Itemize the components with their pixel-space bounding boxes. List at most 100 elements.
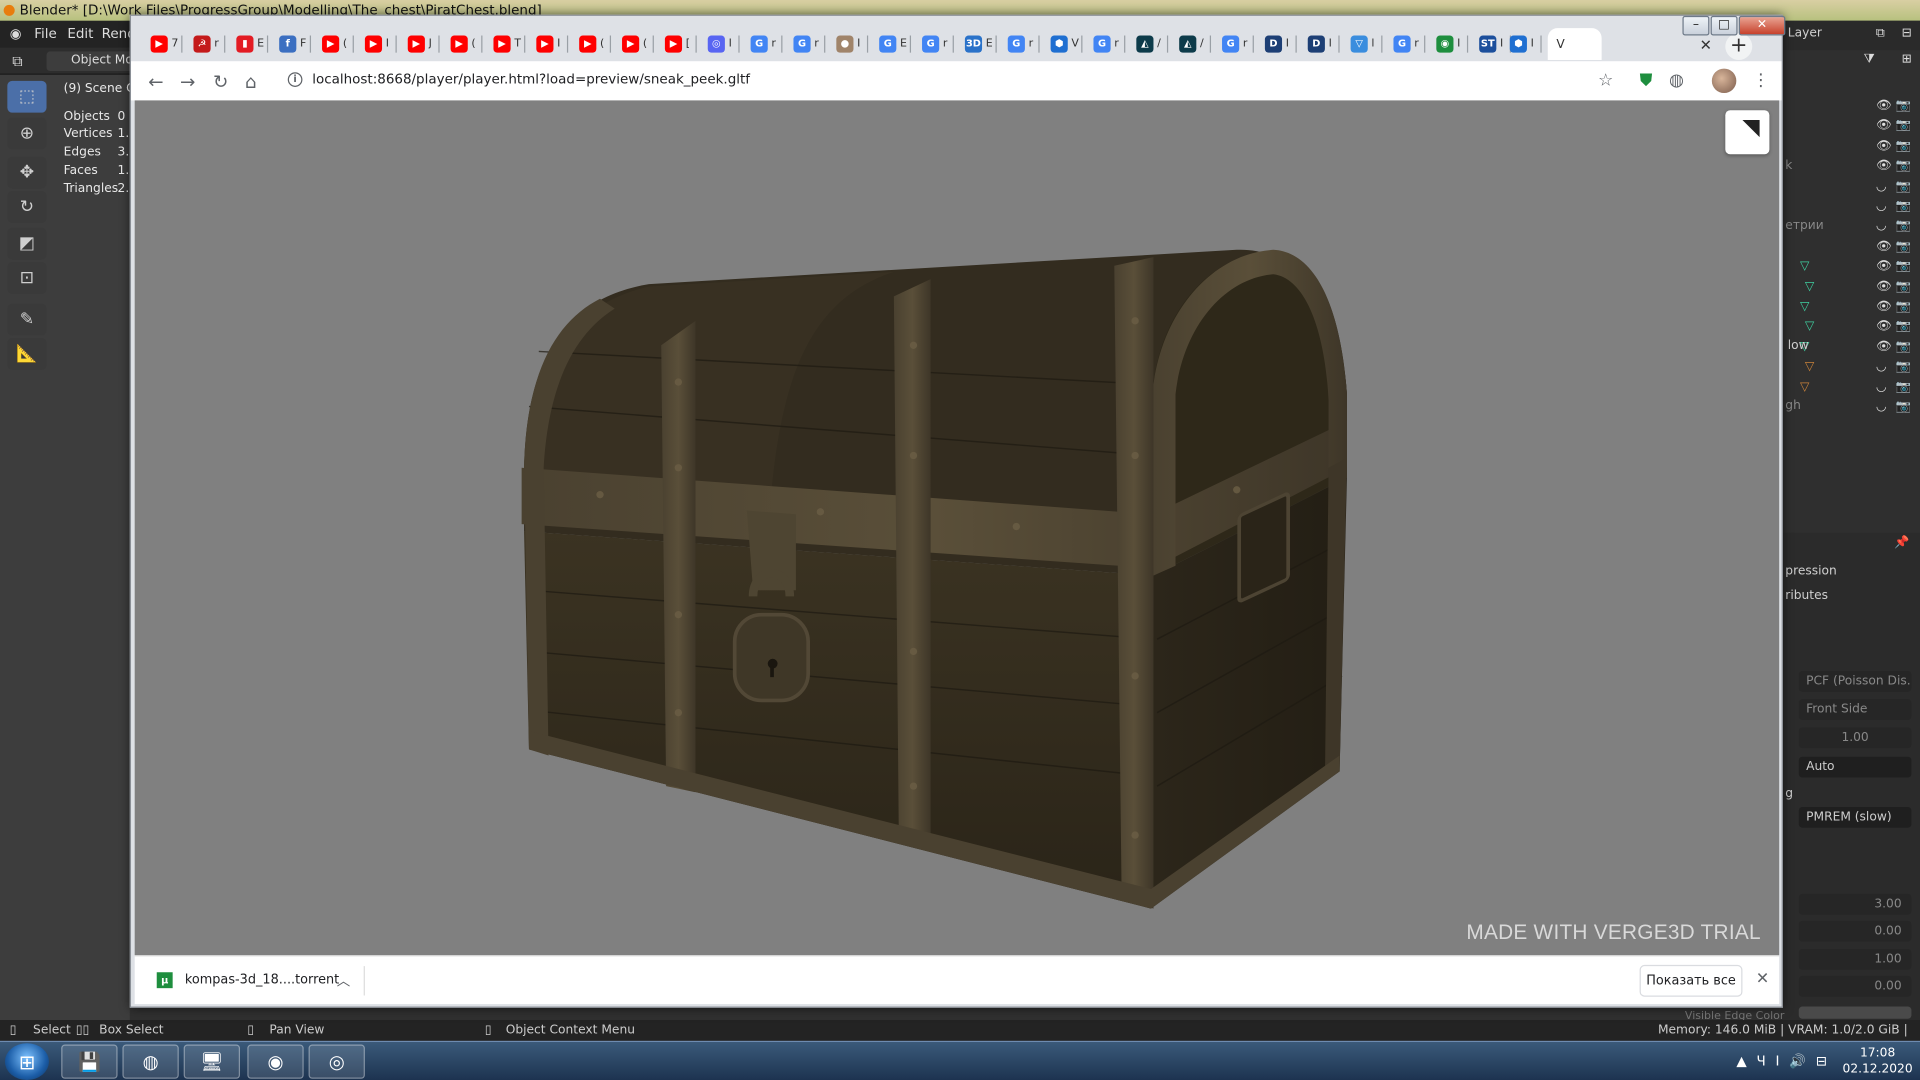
shadow-filter-dropdown[interactable]: PCF (Poisson Dis... — [1798, 671, 1912, 692]
visibility-eye-icon[interactable]: 👁 — [1876, 159, 1892, 172]
browser-tab[interactable]: ▶ J — [403, 28, 440, 60]
edge-color-swatch[interactable] — [1798, 1006, 1912, 1019]
transform-tool-icon[interactable]: ⊡ — [7, 262, 47, 294]
mesh-data-icon[interactable]: ▽ — [1800, 380, 1809, 393]
network-icon[interactable]: ⊟ — [1816, 1053, 1837, 1069]
visibility-eye-icon[interactable]: 👁 — [1876, 340, 1892, 353]
close-window-button[interactable]: ✕ — [1738, 15, 1786, 36]
visibility-eye-icon[interactable]: 👁 — [1876, 99, 1892, 112]
visibility-eye-icon[interactable]: ◡ — [1876, 360, 1887, 373]
browser-tab[interactable]: DI — [1303, 28, 1340, 60]
profile-avatar[interactable] — [1711, 68, 1737, 94]
browser-tab[interactable]: Gr — [789, 28, 826, 60]
browser-tab[interactable]: GE — [874, 28, 912, 60]
browser-tab[interactable]: ◎ I — [703, 28, 740, 60]
browser-tab[interactable]: ☭ r — [189, 28, 226, 60]
pmrem-dropdown[interactable]: PMREM (slow) — [1798, 806, 1912, 828]
render-camera-icon[interactable]: 📷 — [1896, 340, 1911, 353]
mesh-data-icon[interactable]: ▽ — [1800, 260, 1809, 273]
chevron-up-icon[interactable]: ︿ — [337, 971, 350, 991]
render-camera-icon[interactable]: 📷 — [1896, 320, 1911, 333]
address-bar[interactable]: i localhost:8668/player/player.html?load… — [275, 66, 1647, 96]
browser-tab[interactable]: ▶( — [574, 28, 612, 60]
url-text[interactable]: localhost:8668/player/player.html?load=p… — [312, 71, 750, 87]
render-camera-icon[interactable]: 📷 — [1896, 240, 1911, 253]
outliner-row[interactable]: 👁 📷 — [1783, 239, 1915, 259]
home-icon[interactable]: ⌂ — [245, 71, 257, 93]
forward-icon[interactable]: → — [180, 71, 195, 93]
mesh-data-icon[interactable]: ▽ — [1805, 360, 1814, 373]
outliner-row[interactable]: 👁 📷 — [1783, 158, 1915, 178]
outliner-row[interactable]: ◡ 📷 — [1783, 399, 1915, 419]
taskbar-chrome-app-icon[interactable]: ◎ — [308, 1044, 365, 1079]
visibility-eye-icon[interactable]: 👁 — [1876, 119, 1892, 132]
outliner-row[interactable]: 👁 📷 — [1783, 118, 1915, 138]
verge3d-viewport[interactable]: MADE WITH VERGE3D TRIAL — [134, 100, 1780, 956]
download-item[interactable]: μ kompas-3d_18....torrent ︿ — [147, 966, 365, 996]
render-camera-icon[interactable]: 📷 — [1896, 400, 1911, 413]
browser-tab[interactable]: ⬢ V — [1046, 28, 1083, 60]
visibility-eye-icon[interactable]: ◡ — [1876, 380, 1887, 393]
browser-tab[interactable]: ▶ T — [489, 28, 526, 60]
browser-tab[interactable]: ⬢ I — [1505, 28, 1542, 60]
browser-tab[interactable]: ▶( — [617, 28, 654, 60]
copy-layer-icon[interactable]: ⧉ — [1876, 27, 1885, 40]
outliner-row[interactable]: 👁 📷 ▽ — [1783, 279, 1915, 299]
auto-dropdown[interactable]: Auto — [1798, 756, 1912, 778]
outliner-row[interactable]: ◡ 📷 — [1783, 178, 1915, 198]
shield-extension-icon[interactable]: ⛊ — [1640, 71, 1653, 91]
number-field[interactable]: 0.00 — [1798, 975, 1912, 997]
start-button-icon[interactable]: ⊞ — [4, 1043, 49, 1080]
browser-tab[interactable]: ▮ E — [231, 28, 269, 60]
visibility-eye-icon[interactable]: 👁 — [1876, 300, 1892, 313]
browser-tab[interactable]: Gr — [1089, 28, 1126, 60]
move-tool-icon[interactable]: ✥ — [7, 156, 47, 189]
mesh-data-icon[interactable]: ▽ — [1805, 280, 1814, 293]
browser-tab[interactable]: ▶[ — [660, 28, 697, 60]
new-tab-button[interactable]: + — [1725, 33, 1753, 61]
number-field[interactable]: 0.00 — [1798, 920, 1912, 942]
reload-icon[interactable]: ↻ — [213, 71, 228, 93]
rotate-tool-icon[interactable]: ↻ — [7, 191, 47, 223]
cursor-tool-icon[interactable]: ⊕ — [7, 117, 47, 150]
browser-tab[interactable]: ▶ I — [531, 28, 569, 60]
render-camera-icon[interactable]: 📷 — [1896, 300, 1911, 313]
browser-tab[interactable]: DI — [1260, 28, 1297, 60]
browser-tab[interactable]: Gr — [1003, 28, 1040, 60]
browser-tab[interactable]: Gr — [1217, 28, 1254, 60]
render-camera-icon[interactable]: 📷 — [1896, 280, 1911, 293]
filter-icon[interactable]: ⧩ — [1864, 53, 1875, 66]
scale-tool-icon[interactable]: ◩ — [7, 227, 47, 260]
number-field[interactable]: 1.00 — [1798, 948, 1912, 970]
browser-tab[interactable]: ◭ / — [1174, 28, 1212, 60]
outliner-row[interactable]: ◡ 📷 — [1783, 198, 1915, 218]
mesh-data-icon[interactable]: ▽ — [1805, 320, 1814, 333]
render-camera-icon[interactable]: 📷 — [1896, 260, 1911, 273]
taskbar-blender-app-icon[interactable]: ◉ — [247, 1044, 304, 1079]
maximize-button[interactable]: □ — [1710, 15, 1738, 36]
blender-icon[interactable]: ◉ — [10, 26, 22, 42]
outliner-row[interactable]: 👁 📷 ▽ — [1783, 259, 1915, 279]
render-camera-icon[interactable]: 📷 — [1896, 99, 1911, 112]
visibility-eye-icon[interactable]: ◡ — [1876, 180, 1887, 193]
browser-tab[interactable]: ▶( — [446, 28, 483, 60]
browser-tab[interactable]: ● I — [831, 28, 869, 60]
value-field[interactable]: 1.00 — [1798, 727, 1912, 749]
bookmark-star-icon[interactable]: ☆ — [1598, 71, 1613, 91]
fullscreen-button[interactable] — [1725, 110, 1770, 155]
visibility-eye-icon[interactable]: ◡ — [1876, 200, 1887, 213]
select-box-tool-icon[interactable]: ⬚ — [7, 80, 47, 113]
browser-tab[interactable]: Gr — [917, 28, 954, 60]
visibility-eye-icon[interactable]: ◡ — [1876, 220, 1887, 233]
taskbar-monitor-app-icon[interactable]: 🖥 — [183, 1044, 241, 1079]
browser-tab[interactable]: ▽ l — [1346, 28, 1383, 60]
remove-layer-icon[interactable]: ⊟ — [1902, 27, 1912, 40]
mesh-data-icon[interactable]: ▽ — [1800, 300, 1809, 313]
show-all-downloads-button[interactable]: Показать все — [1639, 964, 1743, 997]
editor-type-icon[interactable]: ⧉ — [12, 53, 23, 71]
outliner-row[interactable]: 👁 📷 ▽ — [1783, 319, 1915, 339]
site-info-icon[interactable]: i — [287, 72, 303, 87]
outliner-row[interactable]: ◡ 📷 ▽ — [1783, 379, 1915, 399]
visibility-eye-icon[interactable]: 👁 — [1876, 280, 1892, 293]
minimize-button[interactable]: – — [1682, 15, 1710, 36]
